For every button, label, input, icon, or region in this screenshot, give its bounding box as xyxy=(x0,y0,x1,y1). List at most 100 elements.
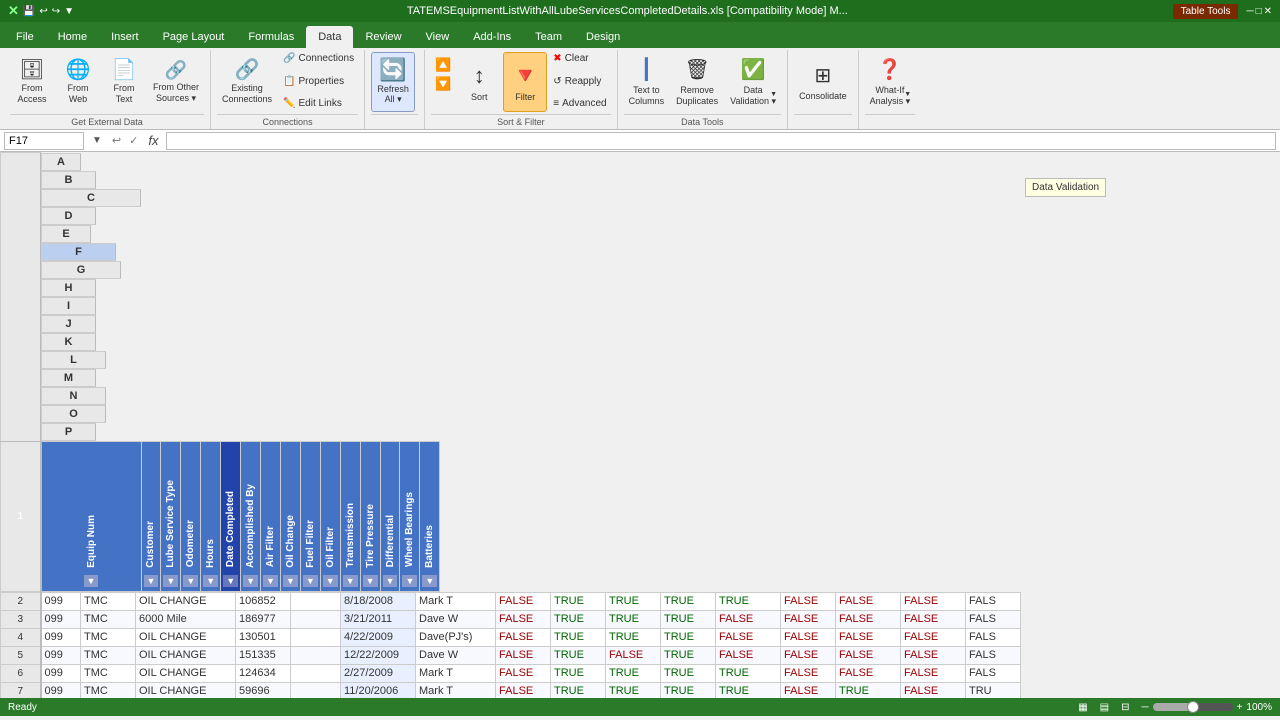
cell-4-C[interactable]: OIL CHANGE xyxy=(136,628,236,646)
cell-2-H[interactable]: FALSE xyxy=(496,592,551,610)
cell-2-B[interactable]: TMC xyxy=(81,592,136,610)
cell-3-A[interactable]: 099 xyxy=(41,610,81,628)
cell-5-M[interactable]: FALSE xyxy=(781,646,836,664)
cell-4-A[interactable]: 099 xyxy=(41,628,81,646)
col-header-I[interactable]: I xyxy=(41,297,96,315)
cell-2-E[interactable] xyxy=(291,592,341,610)
col-header-A[interactable]: A xyxy=(41,153,81,171)
tab-data[interactable]: Data xyxy=(306,26,353,48)
tab-file[interactable]: File xyxy=(4,26,46,48)
customize-qat-icon[interactable]: ▼ xyxy=(64,6,74,17)
filter-dropdown-H[interactable]: ▼ xyxy=(263,575,278,587)
tab-insert[interactable]: Insert xyxy=(99,26,151,48)
cell-6-O[interactable]: FALSE xyxy=(901,664,966,682)
cell-2-A[interactable]: 099 xyxy=(41,592,81,610)
cell-2-J[interactable]: TRUE xyxy=(606,592,661,610)
filter-dropdown-J[interactable]: ▼ xyxy=(303,575,318,587)
cell-4-E[interactable] xyxy=(291,628,341,646)
cell-5-P[interactable]: FALS xyxy=(966,646,1021,664)
cell-5-N[interactable]: FALSE xyxy=(836,646,901,664)
cell-7-O[interactable]: FALSE xyxy=(901,682,966,698)
cell-6-I[interactable]: TRUE xyxy=(551,664,606,682)
from-other-sources-button[interactable]: 🔗 From OtherSources ▾ xyxy=(148,52,204,112)
consolidate-button[interactable]: ⊞ Consolidate xyxy=(794,52,852,112)
cell-4-H[interactable]: FALSE xyxy=(496,628,551,646)
connections-button[interactable]: 🔗 Connections xyxy=(279,52,358,65)
cell-4-O[interactable]: FALSE xyxy=(901,628,966,646)
cell-6-M[interactable]: FALSE xyxy=(781,664,836,682)
accept-formula-icon[interactable]: ✓ xyxy=(127,134,140,147)
cell-7-M[interactable]: FALSE xyxy=(781,682,836,698)
select-all-button[interactable] xyxy=(1,153,41,442)
cell-7-B[interactable]: TMC xyxy=(81,682,136,698)
cell-6-F[interactable]: 2/27/2009 xyxy=(341,664,416,682)
cell-4-M[interactable]: FALSE xyxy=(781,628,836,646)
col-header-P[interactable]: P xyxy=(41,423,96,441)
row-num-2[interactable]: 2 xyxy=(1,592,41,610)
view-layout-icon[interactable]: ▤ xyxy=(1100,702,1109,713)
filter-button[interactable]: 🔻 Filter xyxy=(503,52,547,112)
cell-5-K[interactable]: TRUE xyxy=(661,646,716,664)
cell-3-D[interactable]: 186977 xyxy=(236,610,291,628)
cell-2-L[interactable]: TRUE xyxy=(716,592,781,610)
from-access-button[interactable]: 🗄 FromAccess xyxy=(10,52,54,112)
cell-2-O[interactable]: FALSE xyxy=(901,592,966,610)
cell-7-I[interactable]: TRUE xyxy=(551,682,606,698)
col-header-E[interactable]: E xyxy=(41,225,91,243)
tab-review[interactable]: Review xyxy=(353,26,413,48)
filter-dropdown-A[interactable]: ▼ xyxy=(84,575,99,587)
reapply-button[interactable]: ↺ Reapply xyxy=(549,75,610,88)
zoom-thumb[interactable] xyxy=(1187,701,1199,713)
zoom-in-icon[interactable]: + xyxy=(1237,702,1243,713)
formula-expand-button[interactable]: ▼ xyxy=(88,135,106,146)
row-num-4[interactable]: 4 xyxy=(1,628,41,646)
cell-6-K[interactable]: TRUE xyxy=(661,664,716,682)
cell-2-P[interactable]: FALS xyxy=(966,592,1021,610)
cell-2-M[interactable]: FALSE xyxy=(781,592,836,610)
view-normal-icon[interactable]: ▦ xyxy=(1078,702,1087,713)
filter-dropdown-L[interactable]: ▼ xyxy=(343,575,358,587)
cell-6-C[interactable]: OIL CHANGE xyxy=(136,664,236,682)
cell-7-E[interactable] xyxy=(291,682,341,698)
cell-5-B[interactable]: TMC xyxy=(81,646,136,664)
cell-6-E[interactable] xyxy=(291,664,341,682)
cell-5-D[interactable]: 151335 xyxy=(236,646,291,664)
cell-3-G[interactable]: Dave W xyxy=(416,610,496,628)
what-if-analysis-button[interactable]: ❓ What-IfAnalysis ▾ xyxy=(865,52,916,112)
cell-6-J[interactable]: TRUE xyxy=(606,664,661,682)
save-icon[interactable]: 💾 xyxy=(23,6,35,17)
cell-7-A[interactable]: 099 xyxy=(41,682,81,698)
filter-dropdown-F[interactable]: ▼ xyxy=(223,575,238,587)
cell-6-A[interactable]: 099 xyxy=(41,664,81,682)
filter-dropdown-G[interactable]: ▼ xyxy=(243,575,258,587)
col-header-H[interactable]: H xyxy=(41,279,96,297)
redo-icon[interactable]: ↪ xyxy=(52,6,60,17)
view-page-break-icon[interactable]: ⊟ xyxy=(1121,702,1129,713)
col-header-N[interactable]: N xyxy=(41,387,106,405)
zoom-out-icon[interactable]: ─ xyxy=(1141,702,1148,713)
cell-2-G[interactable]: Mark T xyxy=(416,592,496,610)
cell-2-C[interactable]: OIL CHANGE xyxy=(136,592,236,610)
tab-team[interactable]: Team xyxy=(523,26,574,48)
col-header-J[interactable]: J xyxy=(41,315,96,333)
cell-4-F[interactable]: 4/22/2009 xyxy=(341,628,416,646)
tab-design[interactable]: Design xyxy=(574,26,632,48)
undo-formula-icon[interactable]: ↩ xyxy=(110,134,123,147)
cell-5-F[interactable]: 12/22/2009 xyxy=(341,646,416,664)
cell-5-E[interactable] xyxy=(291,646,341,664)
col-header-M[interactable]: M xyxy=(41,369,96,387)
zoom-slider[interactable] xyxy=(1153,703,1233,711)
cell-6-D[interactable]: 124634 xyxy=(236,664,291,682)
cell-6-G[interactable]: Mark T xyxy=(416,664,496,682)
advanced-button[interactable]: ≡ Advanced xyxy=(549,97,610,110)
tab-add-ins[interactable]: Add-Ins xyxy=(461,26,523,48)
cell-2-N[interactable]: FALSE xyxy=(836,592,901,610)
cell-5-J[interactable]: FALSE xyxy=(606,646,661,664)
col-header-K[interactable]: K xyxy=(41,333,96,351)
cell-6-L[interactable]: TRUE xyxy=(716,664,781,682)
clear-button[interactable]: ✖ Clear xyxy=(549,52,610,65)
sort-za-button[interactable]: 🔽 xyxy=(431,75,455,93)
cell-3-O[interactable]: FALSE xyxy=(901,610,966,628)
cell-4-K[interactable]: TRUE xyxy=(661,628,716,646)
cell-7-H[interactable]: FALSE xyxy=(496,682,551,698)
